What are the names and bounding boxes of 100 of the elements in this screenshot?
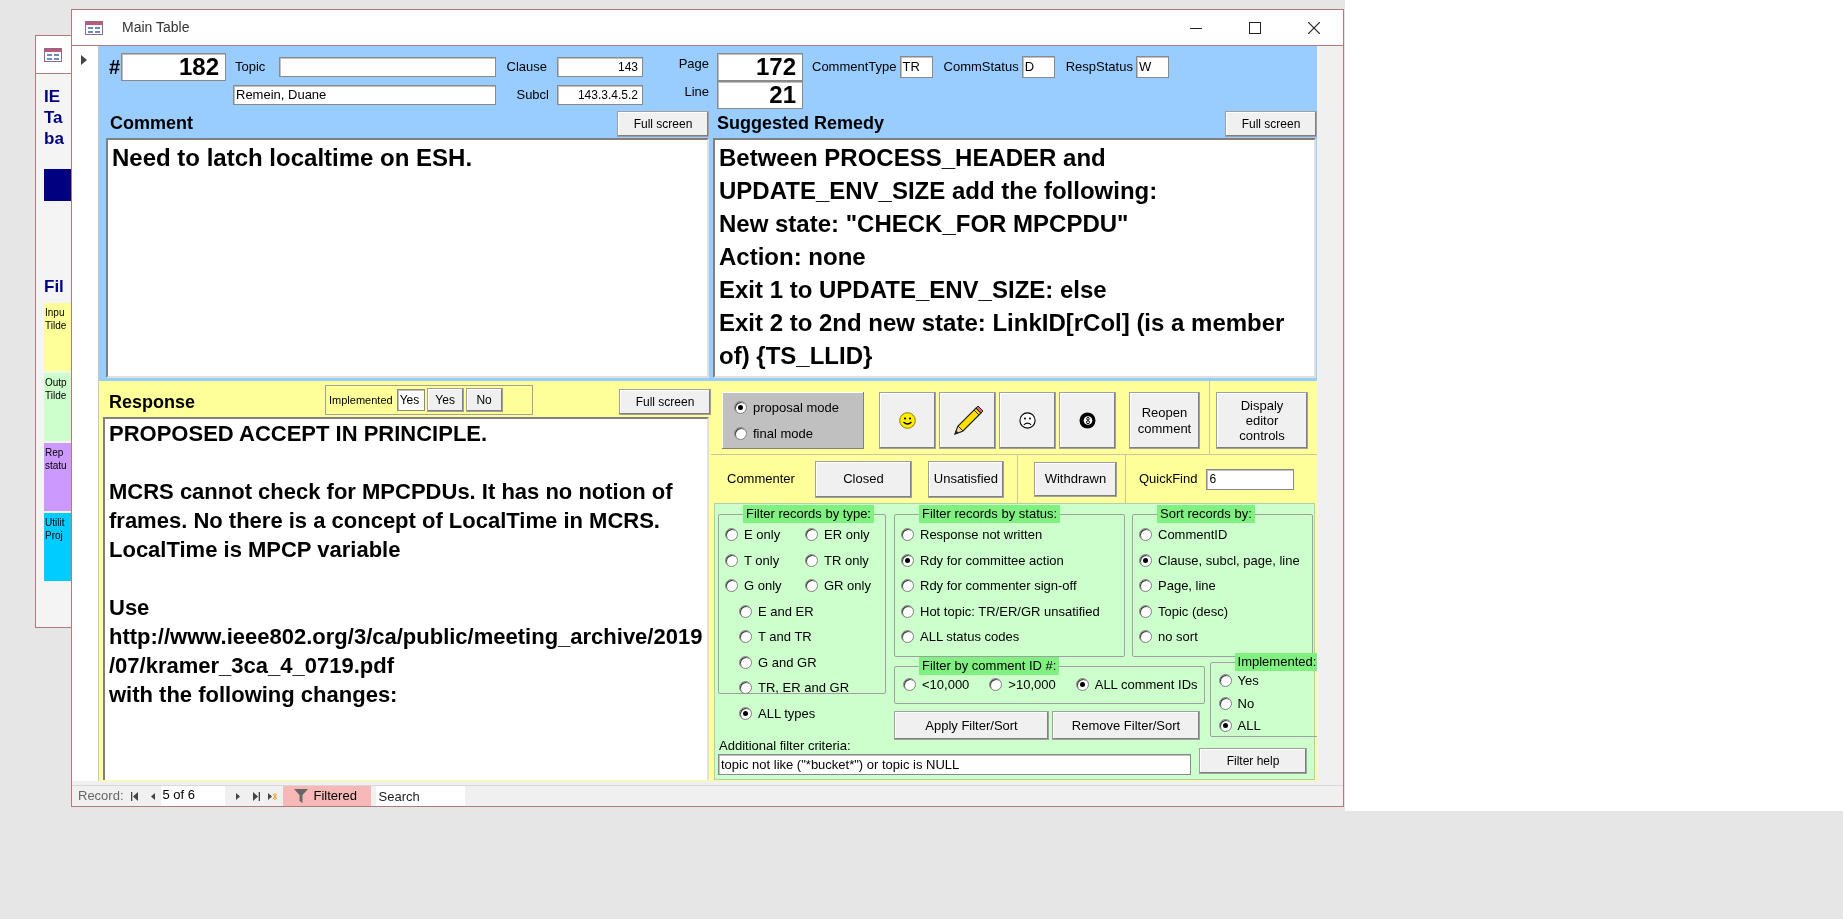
radio-button[interactable] <box>1139 604 1152 618</box>
radio-button[interactable] <box>903 678 916 692</box>
menu-tile[interactable]: Inpu Tilde <box>44 303 71 371</box>
ball-button[interactable] <box>1059 392 1116 449</box>
remedy-text-box[interactable]: Between PROCESS_HEADER and UPDATE_ENV_SIZE add the following: New state: "CHECK_FOR MPCPDU" Action: none Exit 1 to UPDATE_ENV_SIZE: else Exit 2 to 2nd new state: LinkID[rCol] (is a member of) {TS_LLID} <box>713 138 1316 378</box>
new-record-icon[interactable] <box>266 791 277 801</box>
implemented-field[interactable]: Yes <box>396 389 425 411</box>
radio-button[interactable] <box>901 579 914 593</box>
editor-controls-button[interactable]: Dispaly editor controls <box>1216 392 1308 449</box>
radio-option[interactable]: G and GR <box>725 652 879 672</box>
last-record-icon[interactable] <box>250 791 261 801</box>
commenter-field[interactable]: Remein, Duane <box>233 85 496 105</box>
page-field[interactable]: 172 <box>717 53 803 81</box>
topic-field[interactable] <box>279 57 496 77</box>
radio-option[interactable]: <10,000 <box>903 675 970 695</box>
radio-option[interactable]: no sort <box>1139 627 1306 647</box>
radio-button[interactable] <box>734 427 747 441</box>
radio-option[interactable]: E only <box>725 525 805 545</box>
smiley-button[interactable] <box>879 392 936 449</box>
clause-field[interactable]: 143 <box>557 57 643 77</box>
commenter-button[interactable]: Unsatisfied <box>927 460 1004 498</box>
menu-tile[interactable]: Rep statu <box>44 443 71 511</box>
commenter-button[interactable]: Closed <box>814 460 912 498</box>
quickfind-field[interactable]: 6 <box>1206 468 1295 490</box>
filter-help-button[interactable]: Filter help <box>1199 748 1307 774</box>
comment-text-box[interactable]: Need to latch localtime on ESH. <box>106 138 709 378</box>
radio-button[interactable] <box>901 528 914 542</box>
radio-option[interactable]: Response not written <box>901 525 1118 545</box>
radio-option[interactable]: Rdy for commenter sign-off <box>901 576 1118 596</box>
radio-button[interactable] <box>725 528 738 542</box>
radio-button[interactable] <box>725 579 738 593</box>
radio-button[interactable] <box>805 553 818 567</box>
radio-option[interactable]: TR only <box>805 550 879 570</box>
radio-button[interactable] <box>901 630 914 644</box>
radio-option[interactable]: Hot topic: TR/ER/GR unsatified <box>901 601 1118 621</box>
radio-option[interactable]: T and TR <box>725 627 879 647</box>
pencil-button[interactable] <box>939 392 996 449</box>
radio-button[interactable] <box>805 579 818 593</box>
radio-option[interactable]: final mode <box>734 424 864 444</box>
radio-button[interactable] <box>1139 579 1152 593</box>
close-icon[interactable] <box>1308 21 1320 34</box>
radio-button[interactable] <box>739 655 752 669</box>
radio-button[interactable] <box>1075 678 1089 692</box>
line-field[interactable]: 21 <box>717 81 803 109</box>
implemented-button[interactable]: Yes <box>426 388 464 412</box>
record-selector-icon[interactable] <box>81 55 87 65</box>
response-text-box[interactable]: PROPOSED ACCEPT IN PRINCIPLE. MCRS cannot check for MPCPDUs. It has no notion of frames. No there is a concept of LocalTime in MCRS. LocalTime is MPCP variable Use http://www.ieee802.org/3/ca/public/meeting_archive/2019/07/kramer_3ca_4_0719.pdf with the following changes: <box>103 417 709 780</box>
radio-option[interactable]: ALL <box>1218 716 1320 736</box>
frown-button[interactable] <box>999 392 1056 449</box>
code-field[interactable]: D <box>1021 56 1055 78</box>
radio-button[interactable] <box>1218 719 1232 733</box>
radio-button[interactable] <box>739 681 752 695</box>
radio-option[interactable]: CommentID <box>1139 525 1306 545</box>
filtered-indicator[interactable]: Filtered <box>282 786 371 806</box>
radio-button[interactable] <box>739 604 752 618</box>
full-screen-button[interactable]: Full screen <box>1225 110 1317 137</box>
radio-option[interactable]: TR, ER and GR <box>725 678 879 698</box>
maximize-icon[interactable] <box>1249 21 1261 34</box>
radio-button[interactable] <box>901 553 914 567</box>
radio-button[interactable] <box>1218 674 1232 688</box>
record-position-field[interactable]: 5 of 6 <box>160 786 225 806</box>
withdrawn-button[interactable]: Withdrawn <box>1033 461 1117 497</box>
radio-button[interactable] <box>1139 630 1152 644</box>
radio-option[interactable]: G only <box>725 576 805 596</box>
radio-button[interactable] <box>739 630 752 644</box>
remove-filter-button[interactable]: Remove Filter/Sort <box>1052 711 1200 740</box>
reopen-button[interactable]: Reopen comment <box>1129 392 1200 449</box>
radio-option[interactable]: >10,000 <box>989 675 1056 695</box>
full-screen-button[interactable]: Full screen <box>617 110 709 137</box>
code-field[interactable]: W <box>1135 56 1169 78</box>
radio-option[interactable]: T only <box>725 550 805 570</box>
menu-tile[interactable]: Utilit Proj <box>44 513 71 581</box>
radio-option[interactable]: GR only <box>805 576 879 596</box>
radio-option[interactable]: No <box>1218 693 1320 713</box>
code-field[interactable]: TR <box>899 56 933 78</box>
implemented-button[interactable]: No <box>465 388 503 412</box>
radio-option[interactable]: proposal mode <box>734 397 864 417</box>
search-field[interactable]: Search <box>375 786 465 806</box>
radio-option[interactable]: Topic (desc) <box>1139 601 1306 621</box>
radio-option[interactable]: ALL comment IDs <box>1075 675 1198 695</box>
full-screen-button[interactable]: Full screen <box>619 389 711 415</box>
radio-button[interactable] <box>734 400 747 414</box>
radio-option[interactable]: ER only <box>805 525 879 545</box>
apply-filter-button[interactable]: Apply Filter/Sort <box>894 711 1049 740</box>
radio-option[interactable]: Clause, subcl, page, line <box>1139 550 1306 570</box>
subclause-field[interactable]: 143.3.4.5.2 <box>557 85 643 105</box>
comment-number-field[interactable]: 182 <box>121 53 226 81</box>
radio-button[interactable] <box>805 528 818 542</box>
radio-option[interactable]: Rdy for committee action <box>901 550 1118 570</box>
first-record-icon[interactable] <box>129 791 140 801</box>
radio-option[interactable]: E and ER <box>725 601 879 621</box>
radio-button[interactable] <box>989 678 1003 692</box>
filter-criteria-field[interactable]: topic not like ("*bucket*") or topic is NULL <box>718 754 1191 775</box>
radio-button[interactable] <box>1139 553 1152 567</box>
radio-option[interactable]: ALL status codes <box>901 627 1118 647</box>
radio-option[interactable]: Page, line <box>1139 576 1306 596</box>
radio-button[interactable] <box>1139 528 1152 542</box>
radio-option[interactable]: ALL types <box>725 703 879 723</box>
radio-option[interactable]: Yes <box>1218 671 1320 691</box>
menu-tile[interactable]: Outp Tilde <box>44 373 71 441</box>
